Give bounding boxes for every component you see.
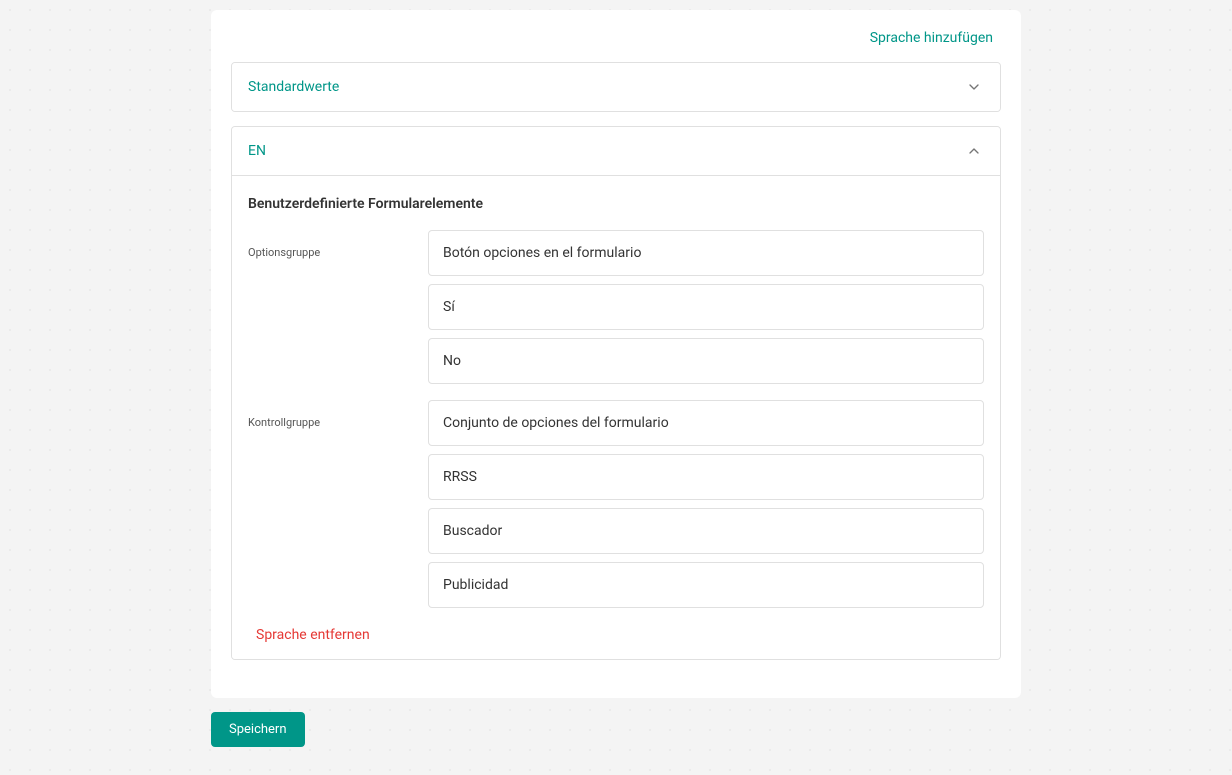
optionsgruppe-field-1[interactable]	[428, 284, 984, 330]
accordion-en-body: Benutzerdefinierte Formularelemente Opti…	[232, 175, 1000, 659]
chevron-up-icon	[964, 141, 984, 161]
chevron-down-icon	[964, 77, 984, 97]
optionsgruppe-row: Optionsgruppe	[248, 230, 984, 392]
accordion-en-title: EN	[248, 143, 266, 159]
accordion-defaults-header[interactable]: Standardwerte	[232, 63, 1000, 111]
kontrollgruppe-field-3[interactable]	[428, 562, 984, 608]
header-row: Sprache hinzufügen	[231, 30, 1001, 62]
kontrollgruppe-field-0[interactable]	[428, 400, 984, 446]
section-title: Benutzerdefinierte Formularelemente	[248, 196, 984, 212]
accordion-defaults: Standardwerte	[231, 62, 1001, 112]
footer-row: Speichern	[211, 712, 1021, 747]
optionsgruppe-label: Optionsgruppe	[248, 230, 428, 259]
remove-language-row: Sprache entfernen	[248, 624, 984, 643]
kontrollgruppe-field-2[interactable]	[428, 508, 984, 554]
add-language-link[interactable]: Sprache hinzufügen	[870, 30, 993, 46]
kontrollgruppe-row: Kontrollgruppe	[248, 400, 984, 616]
kontrollgruppe-fields	[428, 400, 984, 616]
language-settings-card: Sprache hinzufügen Standardwerte EN Benu…	[211, 10, 1021, 698]
optionsgruppe-field-0[interactable]	[428, 230, 984, 276]
kontrollgruppe-field-1[interactable]	[428, 454, 984, 500]
optionsgruppe-field-2[interactable]	[428, 338, 984, 384]
save-button[interactable]: Speichern	[211, 712, 305, 747]
optionsgruppe-fields	[428, 230, 984, 392]
accordion-en: EN Benutzerdefinierte Formularelemente O…	[231, 126, 1001, 660]
kontrollgruppe-label: Kontrollgruppe	[248, 400, 428, 429]
remove-language-link[interactable]: Sprache entfernen	[248, 623, 378, 647]
accordion-defaults-title: Standardwerte	[248, 79, 339, 95]
accordion-en-header[interactable]: EN	[232, 127, 1000, 175]
